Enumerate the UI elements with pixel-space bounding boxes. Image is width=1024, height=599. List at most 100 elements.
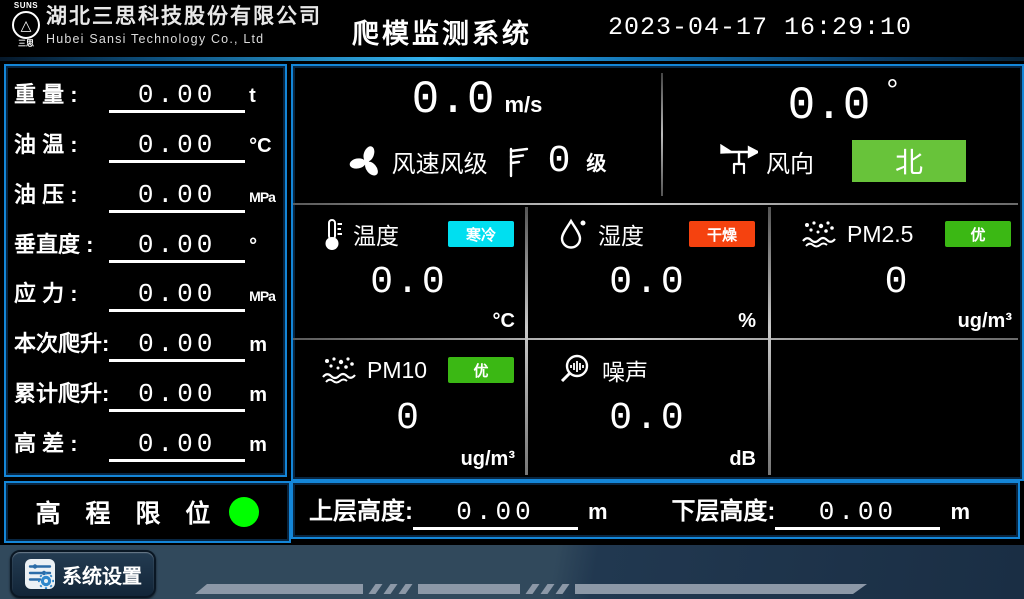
empty-cell — [773, 341, 1022, 475]
reading-label: 应 力 : — [14, 276, 109, 308]
reading-row-weight: 重 量 : 0.00 t — [14, 77, 279, 113]
wind-vane-icon — [720, 144, 758, 178]
page-title: 爬模监测系统 — [352, 12, 532, 51]
company-logo: SUNS △ 三思 — [8, 2, 44, 48]
pm10-status-badge: 优 — [448, 357, 514, 383]
pm25-label: PM2.5 — [847, 221, 913, 248]
wind-speed-value: 0.0 — [412, 74, 495, 126]
header-divider — [0, 57, 1024, 61]
reading-value: 0.00 — [138, 329, 216, 359]
wind-grade-flag-icon — [506, 145, 530, 179]
dust-particles-icon — [321, 355, 357, 385]
system-settings-button[interactable]: 系统设置 — [10, 550, 156, 598]
lower-height-value: 0.00 — [819, 497, 897, 527]
company-name: 湖北三思科技股份有限公司 Hubei Sansi Technology Co.,… — [46, 5, 322, 47]
reading-value: 0.00 — [138, 230, 216, 260]
pm25-value: 0 — [773, 261, 1022, 304]
company-name-cn: 湖北三思科技股份有限公司 — [46, 5, 322, 29]
wind-section-divider — [661, 73, 663, 196]
reading-value: 0.00 — [138, 130, 216, 160]
temperature-unit: °C — [493, 310, 515, 333]
reading-label: 累计爬升: — [14, 376, 109, 408]
thermometer-icon — [321, 217, 343, 251]
reading-unit: t — [249, 85, 279, 108]
reading-row-height-diff: 高 差 : 0.00 m — [14, 426, 279, 462]
grid-divider-vertical-2 — [768, 207, 771, 475]
reading-unit: MPa — [249, 288, 279, 304]
monitoring-screen: SUNS △ 三思 湖北三思科技股份有限公司 Hubei Sansi Techn… — [0, 0, 1024, 599]
elevation-status-indicator — [229, 497, 259, 527]
lower-height-unit: m — [950, 499, 970, 525]
reading-value: 0.00 — [138, 180, 216, 210]
datetime-display: 2023-04-17 16:29:10 — [608, 13, 912, 42]
settings-sliders-gear-icon — [24, 558, 56, 590]
hydraulic-readings-panel: 重 量 : 0.00 t 油 温 : 0.00 °C 油 压 : 0.00 MP… — [4, 64, 287, 477]
pm10-label: PM10 — [367, 357, 427, 384]
wind-speed-section: 0.0 m/s 风速风级 0 级 — [293, 66, 661, 202]
humidity-unit: % — [738, 310, 756, 333]
lower-height-label: 下层高度: — [671, 491, 775, 526]
reading-label: 油 压 : — [14, 177, 109, 209]
elevation-limit-label: 高 程 限 位 — [36, 494, 220, 530]
reading-value: 0.00 — [138, 379, 216, 409]
logo-cn-text: 三思 — [8, 40, 44, 48]
reading-unit: m — [249, 434, 279, 457]
level-heights-panel: 上层高度: 0.00 m 下层高度: 0.00 m — [291, 481, 1020, 539]
pm25-unit: ug/m³ — [958, 310, 1012, 333]
logo-triangle-icon: △ — [12, 11, 40, 39]
reading-unit: m — [249, 334, 279, 357]
wind-speed-unit: m/s — [504, 92, 542, 117]
footer-stripes-decoration — [195, 584, 867, 594]
reading-value: 0.00 — [138, 429, 216, 459]
header: SUNS △ 三思 湖北三思科技股份有限公司 Hubei Sansi Techn… — [0, 0, 1024, 57]
reading-label: 重 量 : — [14, 77, 109, 109]
elevation-limit-panel: 高 程 限 位 — [4, 481, 291, 543]
dust-particles-icon — [801, 219, 837, 249]
reading-row-oil-temp: 油 温 : 0.00 °C — [14, 127, 279, 163]
footer-bar: 系统设置 — [0, 545, 1024, 599]
wind-direction-degree-unit: ° — [886, 74, 898, 107]
upper-height-group: 上层高度: 0.00 m — [309, 491, 608, 530]
wind-grade-value: 0 — [548, 140, 571, 183]
grid-divider-vertical-1 — [525, 207, 528, 475]
lower-height-group: 下层高度: 0.00 m — [671, 491, 970, 530]
reading-label: 高 差 : — [14, 426, 109, 458]
noise-cell: 噪声 0.0 dB — [530, 341, 766, 475]
reading-unit: m — [249, 384, 279, 407]
wind-direction-value: 0.0 — [788, 80, 871, 132]
reading-row-oil-pressure: 油 压 : 0.00 MPa — [14, 177, 279, 213]
reading-label: 垂直度 : — [14, 227, 109, 259]
reading-label: 油 温 : — [14, 127, 109, 159]
noise-meter-icon — [558, 353, 592, 387]
temperature-label: 温度 — [353, 217, 399, 251]
noise-value: 0.0 — [530, 397, 766, 440]
temperature-value: 0.0 — [293, 261, 525, 304]
pm25-cell: PM2.5 优 0 ug/m³ — [773, 205, 1022, 337]
reading-row-stress: 应 力 : 0.00 MPa — [14, 276, 279, 312]
upper-height-unit: m — [588, 499, 608, 525]
water-drop-icon — [558, 217, 588, 251]
pm25-status-badge: 优 — [945, 221, 1011, 247]
company-name-en: Hubei Sansi Technology Co., Ltd — [46, 32, 322, 46]
pm10-cell: PM10 优 0 ug/m³ — [293, 341, 525, 475]
wind-direction-label: 风向 — [766, 144, 814, 179]
wind-speed-label: 风速风级 — [392, 144, 488, 179]
grid-divider-horizontal-2 — [293, 338, 1018, 340]
reading-unit: °C — [249, 135, 279, 158]
upper-height-value: 0.00 — [456, 497, 534, 527]
humidity-status-badge: 干燥 — [689, 221, 755, 247]
wind-direction-section: 0.0° 风向 北 — [664, 66, 1022, 202]
upper-height-label: 上层高度: — [309, 491, 413, 526]
reading-value: 0.00 — [138, 80, 216, 110]
temperature-status-badge: 寒冷 — [448, 221, 514, 247]
reading-row-current-climb: 本次爬升: 0.00 m — [14, 326, 279, 362]
wind-grade-unit: 级 — [586, 147, 606, 176]
reading-row-verticality: 垂直度 : 0.00 ° — [14, 227, 279, 263]
humidity-label: 湿度 — [598, 217, 644, 251]
reading-value: 0.00 — [138, 279, 216, 309]
noise-label: 噪声 — [602, 353, 648, 387]
reading-row-total-climb: 累计爬升: 0.00 m — [14, 376, 279, 412]
humidity-cell: 湿度 干燥 0.0 % — [530, 205, 766, 337]
fan-icon — [348, 144, 384, 180]
settings-button-label: 系统设置 — [62, 560, 142, 589]
